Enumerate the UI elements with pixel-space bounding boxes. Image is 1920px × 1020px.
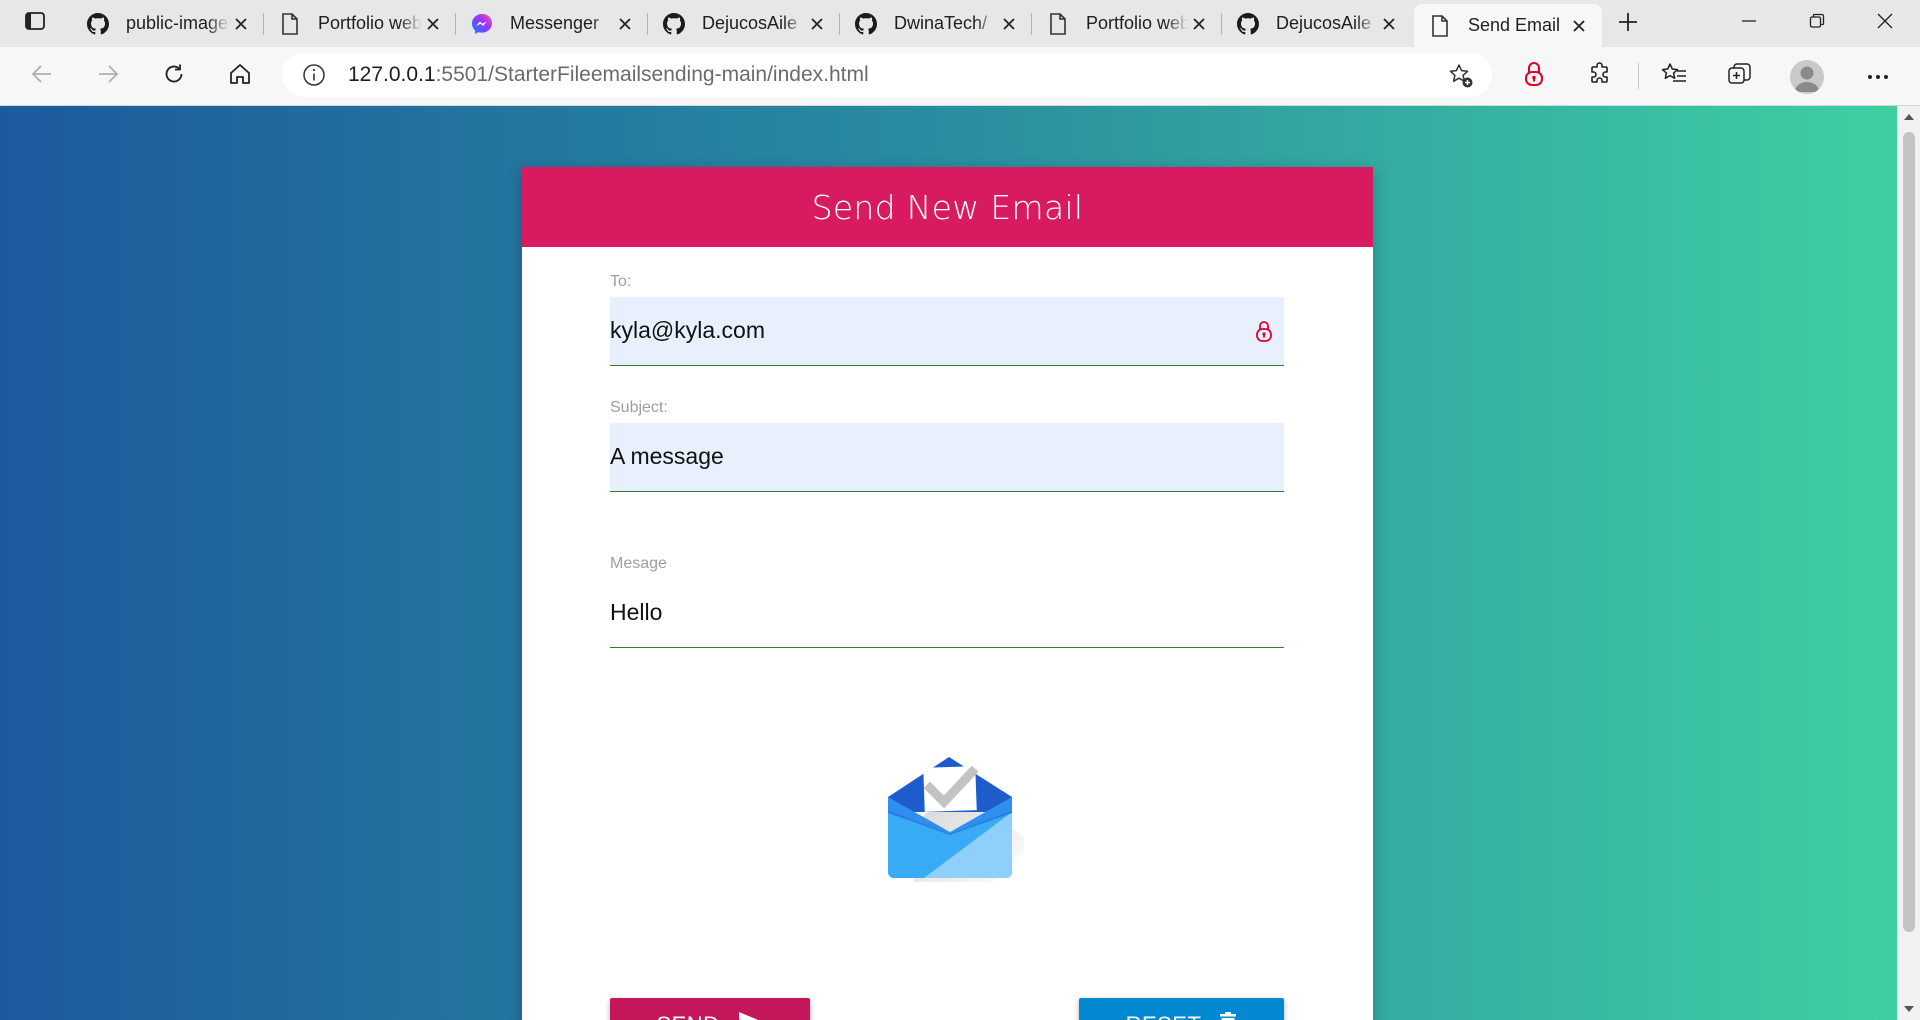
more-icon bbox=[1867, 67, 1889, 85]
password-manager-button[interactable] bbox=[1516, 58, 1552, 94]
browser-tab[interactable]: public-images bbox=[72, 4, 264, 43]
to-label: To: bbox=[610, 273, 632, 290]
url-host: 127.0.0.1 bbox=[348, 63, 436, 86]
refresh-button[interactable] bbox=[156, 58, 192, 94]
github-icon bbox=[1236, 12, 1260, 36]
browser-tab[interactable]: DejucosAile bbox=[1222, 4, 1412, 43]
restore-icon bbox=[1809, 13, 1825, 34]
close-icon[interactable] bbox=[422, 13, 444, 35]
reset-label: RESET bbox=[1126, 1012, 1202, 1020]
close-icon[interactable] bbox=[1378, 13, 1400, 35]
back-button[interactable] bbox=[24, 58, 60, 94]
message-field: Mesage Hello bbox=[610, 555, 1284, 648]
browser-tab[interactable]: DejucosAile bbox=[648, 4, 840, 43]
plus-icon bbox=[1617, 11, 1639, 38]
subject-input[interactable]: A message bbox=[610, 423, 1284, 492]
favorites-icon bbox=[1661, 62, 1687, 91]
page-title: Send New Email bbox=[811, 187, 1084, 227]
tab-title: Send Email bbox=[1468, 15, 1561, 35]
browser-tab[interactable]: Portfolio website bbox=[1032, 4, 1222, 43]
favorites-button[interactable] bbox=[1656, 58, 1692, 94]
restore-button[interactable] bbox=[1782, 0, 1852, 47]
close-icon[interactable] bbox=[806, 13, 828, 35]
address-bar[interactable]: 127.0.0.1:5501/StarterFileemailsending-m… bbox=[282, 53, 1492, 97]
reset-button[interactable]: RESET bbox=[1079, 998, 1284, 1020]
to-value: kyla@kyla.com bbox=[610, 317, 765, 343]
page-icon bbox=[278, 12, 302, 36]
close-icon[interactable] bbox=[1188, 13, 1210, 35]
minimize-icon bbox=[1741, 13, 1757, 34]
scrollbar-thumb[interactable] bbox=[1903, 132, 1915, 932]
url-path: :5501/StarterFileemailsending-main/index… bbox=[435, 63, 869, 86]
page-icon bbox=[1046, 12, 1070, 36]
close-icon[interactable] bbox=[614, 13, 636, 35]
scroll-up-icon[interactable] bbox=[1902, 110, 1916, 124]
tab-title: DwinaTech/ bbox=[894, 13, 988, 33]
message-label: Mesage bbox=[610, 555, 667, 572]
github-icon bbox=[662, 12, 686, 36]
password-lock-icon[interactable] bbox=[1254, 319, 1274, 343]
tab-title: DejucosAile bbox=[702, 13, 798, 33]
info-icon[interactable] bbox=[302, 63, 326, 87]
send-icon bbox=[738, 1011, 764, 1020]
puzzle-icon bbox=[1588, 61, 1612, 91]
subject-label: Subject: bbox=[610, 399, 668, 416]
inbox-envelope-icon bbox=[884, 752, 1064, 902]
add-favorite-icon[interactable] bbox=[1448, 63, 1474, 89]
avatar-icon bbox=[1794, 66, 1820, 92]
trash-icon bbox=[1219, 1011, 1237, 1020]
forward-button[interactable] bbox=[90, 58, 126, 94]
toolbar-divider bbox=[1638, 63, 1639, 89]
subject-value: A message bbox=[610, 443, 724, 469]
tab-title: Portfolio website bbox=[1086, 13, 1188, 33]
github-icon bbox=[86, 12, 110, 36]
lock-icon bbox=[1523, 61, 1545, 92]
profile-avatar[interactable] bbox=[1790, 60, 1824, 94]
home-button[interactable] bbox=[222, 58, 258, 94]
tab-title: Portfolio website bbox=[318, 13, 422, 33]
email-form-card: Send New Email To: kyla@kyla.com Subject… bbox=[522, 167, 1373, 1020]
tab-strip: public-images Portfolio website Messenge… bbox=[0, 0, 1920, 47]
vertical-scrollbar[interactable] bbox=[1897, 106, 1920, 1020]
page-icon bbox=[1428, 14, 1452, 38]
tab-title: public-images bbox=[126, 13, 230, 33]
github-icon bbox=[854, 12, 878, 36]
tab-title: Messenger bbox=[510, 13, 600, 33]
collections-icon bbox=[1727, 62, 1753, 91]
refresh-icon bbox=[162, 62, 186, 91]
browser-tab[interactable]: DwinaTech/ bbox=[840, 4, 1032, 43]
scroll-down-icon[interactable] bbox=[1902, 1002, 1916, 1016]
browser-tab[interactable]: Portfolio website bbox=[264, 4, 456, 43]
tab-actions-button[interactable] bbox=[0, 0, 70, 47]
page-viewport: Send New Email To: kyla@kyla.com Subject… bbox=[0, 106, 1897, 1020]
browser-tab-active[interactable]: Send Email bbox=[1414, 4, 1602, 47]
close-window-button[interactable] bbox=[1850, 0, 1920, 47]
close-icon bbox=[1877, 13, 1893, 34]
browser-tab[interactable]: Messenger bbox=[456, 4, 648, 43]
send-button[interactable]: SEND bbox=[610, 998, 810, 1020]
collections-button[interactable] bbox=[1722, 58, 1758, 94]
home-icon bbox=[228, 62, 252, 91]
extensions-button[interactable] bbox=[1582, 58, 1618, 94]
settings-menu-button[interactable] bbox=[1860, 58, 1896, 94]
tab-title: DejucosAile bbox=[1276, 13, 1372, 33]
close-icon[interactable] bbox=[998, 13, 1020, 35]
close-icon[interactable] bbox=[1568, 15, 1590, 37]
subject-field: Subject: A message bbox=[610, 399, 1284, 492]
minimize-button[interactable] bbox=[1714, 0, 1784, 47]
forward-arrow-icon bbox=[96, 62, 120, 91]
message-input[interactable]: Hello bbox=[610, 579, 1284, 648]
back-arrow-icon bbox=[30, 62, 54, 91]
to-input[interactable]: kyla@kyla.com bbox=[610, 297, 1284, 366]
messenger-icon bbox=[470, 12, 494, 36]
url-text[interactable]: 127.0.0.1:5501/StarterFileemailsending-m… bbox=[348, 63, 869, 87]
new-tab-button[interactable] bbox=[1610, 8, 1646, 40]
to-field: To: kyla@kyla.com bbox=[610, 273, 1284, 366]
message-value: Hello bbox=[610, 599, 663, 625]
close-icon[interactable] bbox=[230, 13, 252, 35]
send-label: SEND bbox=[656, 1012, 719, 1020]
card-header: Send New Email bbox=[522, 167, 1373, 247]
tab-actions-icon bbox=[24, 10, 46, 37]
browser-toolbar: 127.0.0.1:5501/StarterFileemailsending-m… bbox=[0, 47, 1920, 106]
